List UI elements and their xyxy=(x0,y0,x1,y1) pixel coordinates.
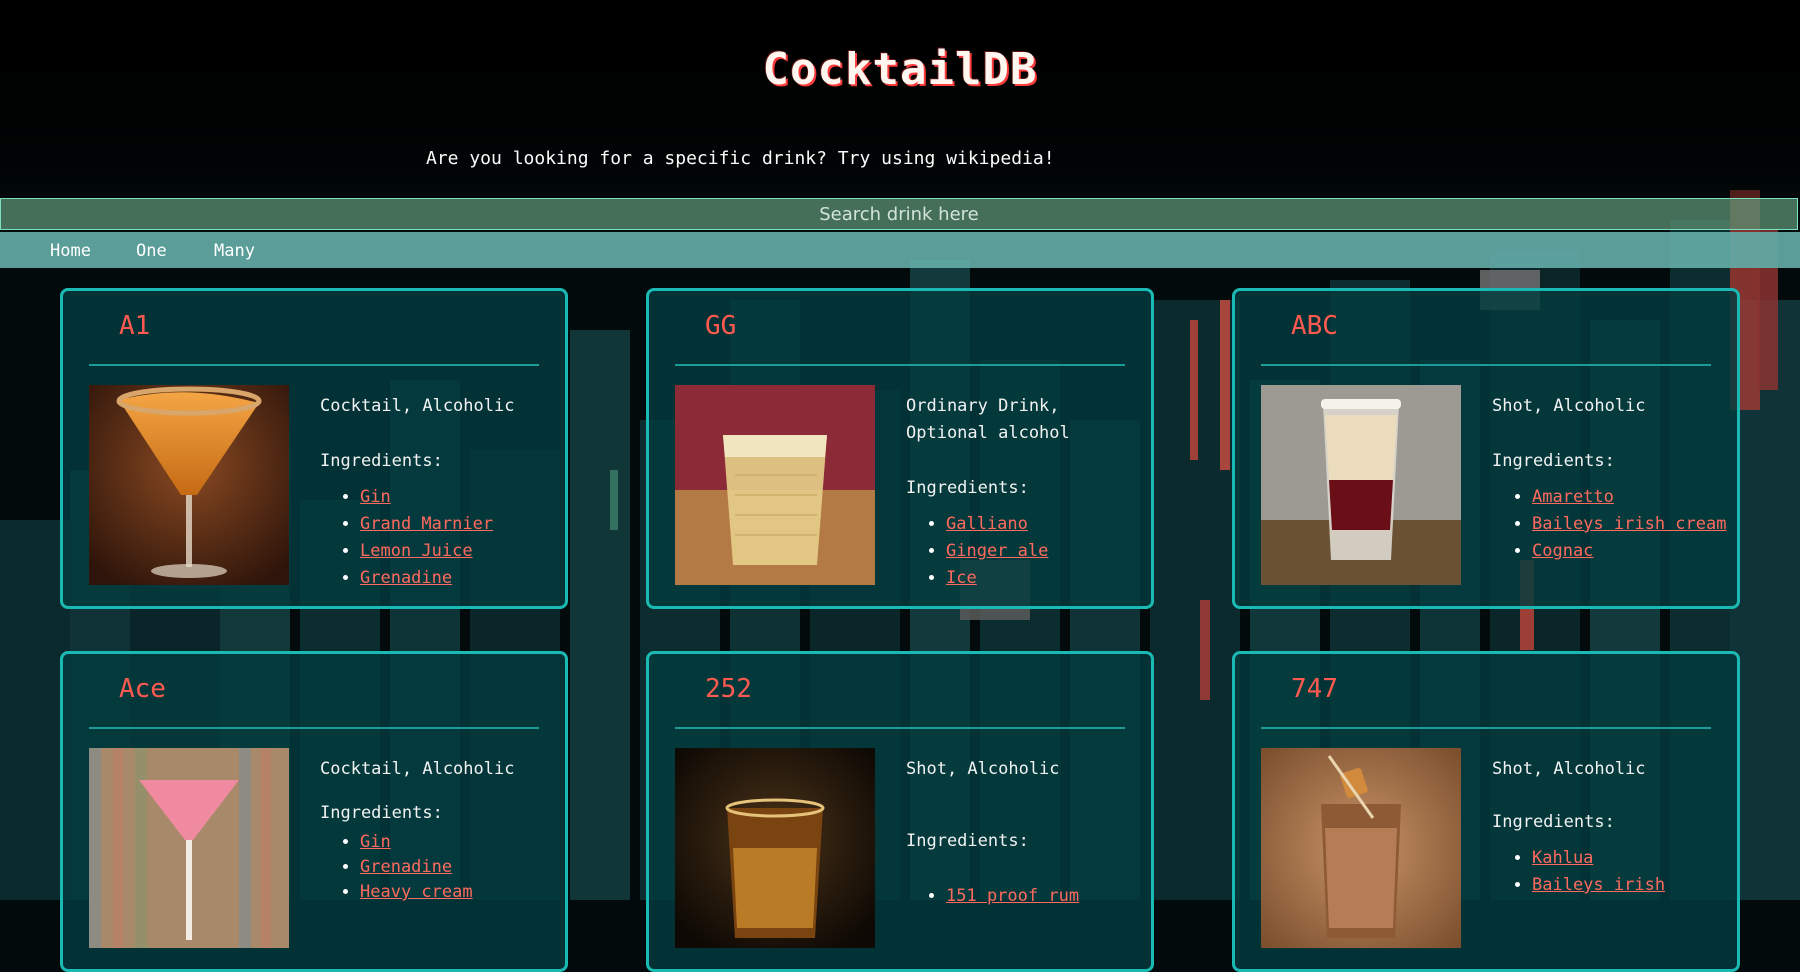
drink-name: ABC xyxy=(1291,311,1338,341)
ingredient-link[interactable]: Grand Marnier xyxy=(360,514,493,534)
list-item: 151 proof rum xyxy=(946,883,1186,910)
drink-name: 252 xyxy=(705,674,752,704)
ingredient-link[interactable]: Gin xyxy=(360,832,391,852)
list-item: Amaretto xyxy=(1532,484,1772,511)
ingredients-list: Gin Grenadine Heavy cream xyxy=(320,830,600,905)
header-shade xyxy=(0,0,1800,200)
divider xyxy=(1261,364,1711,366)
ingredients-list: Gin Grand Marnier Lemon Juice Grenadine xyxy=(320,484,600,592)
ingredient-link[interactable]: Galliano xyxy=(946,514,1028,534)
page-title: CocktailDB xyxy=(762,44,1038,95)
drink-category: Cocktail, Alcoholic xyxy=(320,759,515,779)
list-item: Baileys irish cream xyxy=(1532,511,1772,538)
list-item: Baileys irish xyxy=(1532,872,1772,899)
ingredient-link[interactable]: Amaretto xyxy=(1532,487,1614,507)
divider xyxy=(89,364,539,366)
skyline-light xyxy=(610,470,618,530)
ingredient-link[interactable]: Heavy cream xyxy=(360,882,473,902)
ingredients-heading: Ingredients: xyxy=(906,831,1029,851)
ingredient-link[interactable]: Kahlua xyxy=(1532,848,1593,868)
list-item: Gin xyxy=(360,830,600,855)
ingredient-link[interactable]: Grenadine xyxy=(360,857,452,877)
skyline-light xyxy=(1190,320,1198,460)
ingredient-link[interactable]: Lemon Juice xyxy=(360,541,473,561)
drink-name: GG xyxy=(705,311,737,341)
drink-card: 252 Shot, Alcoholic Ingredients: 151 pro… xyxy=(646,651,1154,972)
ingredient-link[interactable]: 151 proof rum xyxy=(946,886,1079,906)
drink-thumbnail xyxy=(89,748,289,948)
nav-link-home[interactable]: Home xyxy=(50,241,91,261)
drink-thumbnail xyxy=(89,385,289,585)
drink-card: GG Ordinary Drink, Optional alcohol Ingr… xyxy=(646,288,1154,609)
drink-category: Ordinary Drink, Optional alcohol xyxy=(906,396,1070,443)
ingredients-heading: Ingredients: xyxy=(320,451,443,471)
ingredient-link[interactable]: Ginger ale xyxy=(946,541,1048,561)
divider xyxy=(89,727,539,729)
ingredient-link[interactable]: Gin xyxy=(360,487,391,507)
ingredients-list: 151 proof rum xyxy=(906,883,1186,910)
ingredients-heading: Ingredients: xyxy=(1492,451,1615,471)
ingredient-link[interactable]: Ice xyxy=(946,568,977,588)
list-item: Ginger ale xyxy=(946,538,1186,565)
drink-thumbnail xyxy=(675,748,875,948)
ingredients-list: Kahlua Baileys irish xyxy=(1492,845,1772,899)
page-subtitle: Are you looking for a specific drink? Tr… xyxy=(426,148,1055,169)
nav-link-one[interactable]: One xyxy=(136,241,167,261)
ingredient-link[interactable]: Cognac xyxy=(1532,541,1593,561)
list-item: Gin xyxy=(360,484,600,511)
list-item: Lemon Juice xyxy=(360,538,600,565)
ingredient-link[interactable]: Baileys irish xyxy=(1532,875,1665,895)
skyline-light xyxy=(1200,600,1210,700)
drink-thumbnail xyxy=(1261,385,1461,585)
nav-link-many[interactable]: Many xyxy=(214,241,255,261)
divider xyxy=(1261,727,1711,729)
list-item: Heavy cream xyxy=(360,880,600,905)
drink-card: ABC Shot, Alcoholic Ingredients: Amarett… xyxy=(1232,288,1740,609)
drink-category: Shot, Alcoholic xyxy=(1492,396,1646,416)
search-input[interactable] xyxy=(0,198,1798,230)
ingredients-heading: Ingredients: xyxy=(1492,812,1615,832)
drink-name: Ace xyxy=(119,674,166,704)
ingredients-heading: Ingredients: xyxy=(320,803,443,823)
list-item: Grenadine xyxy=(360,855,600,880)
drink-card: A1 Cocktail, Alcoholic Ingredients: Gin … xyxy=(60,288,568,609)
divider xyxy=(675,727,1125,729)
skyline-light xyxy=(1220,300,1230,470)
ingredients-heading: Ingredients: xyxy=(906,478,1029,498)
list-item: Grenadine xyxy=(360,565,600,592)
list-item: Kahlua xyxy=(1532,845,1772,872)
drink-card: Ace Cocktail, Alcoholic Ingredients: Gin… xyxy=(60,651,568,972)
drink-card: 747 Shot, Alcoholic Ingredients: Kahlua … xyxy=(1232,651,1740,972)
ingredient-link[interactable]: Grenadine xyxy=(360,568,452,588)
divider xyxy=(675,364,1125,366)
list-item: Cognac xyxy=(1532,538,1772,565)
ingredient-link[interactable]: Baileys irish cream xyxy=(1532,514,1726,534)
drink-name: 747 xyxy=(1291,674,1338,704)
skyline-building xyxy=(570,330,630,900)
drink-category: Cocktail, Alcoholic xyxy=(320,396,515,416)
drink-thumbnail xyxy=(1261,748,1461,948)
list-item: Grand Marnier xyxy=(360,511,600,538)
nav-bar: Home One Many xyxy=(0,232,1800,268)
ingredients-list: Galliano Ginger ale Ice xyxy=(906,511,1186,592)
ingredients-list: Amaretto Baileys irish cream Cognac xyxy=(1492,484,1772,565)
list-item: Galliano xyxy=(946,511,1186,538)
drink-name: A1 xyxy=(119,311,151,341)
list-item: Ice xyxy=(946,565,1186,592)
drink-category: Shot, Alcoholic xyxy=(1492,759,1646,779)
drink-category: Shot, Alcoholic xyxy=(906,759,1060,779)
drink-thumbnail xyxy=(675,385,875,585)
